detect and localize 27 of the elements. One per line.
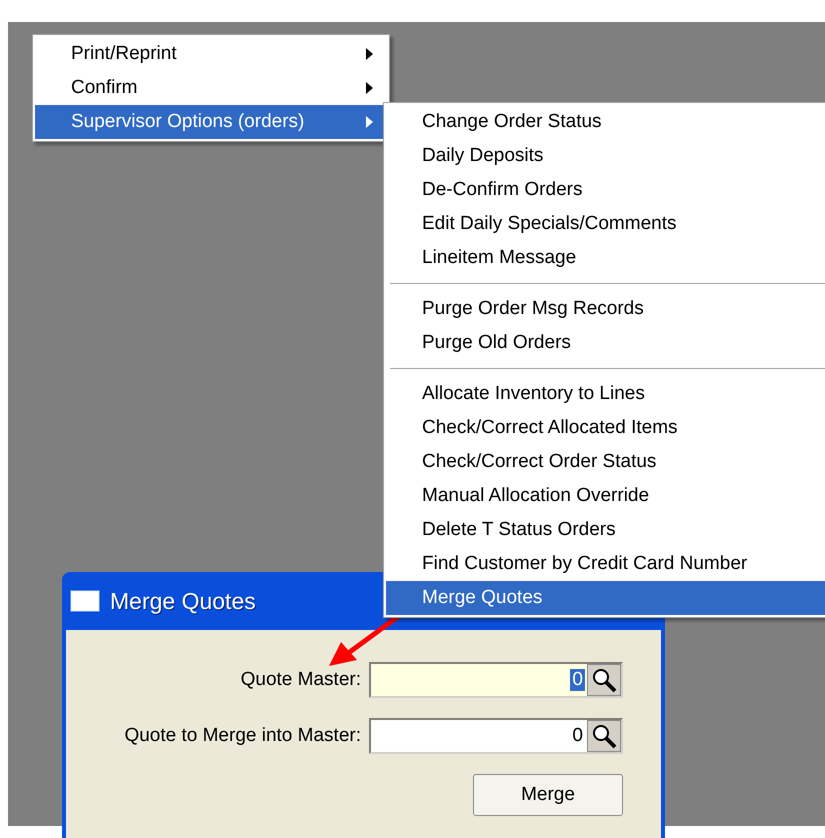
menu-item[interactable]: Edit Daily Specials/Comments <box>386 207 825 241</box>
search-icon <box>591 723 617 749</box>
menu-item[interactable]: Lineitem Message <box>386 241 825 275</box>
menu-item[interactable]: Confirm <box>35 71 387 105</box>
search-button[interactable] <box>587 720 621 752</box>
menu-item[interactable]: Merge Quotes <box>386 581 825 615</box>
search-icon <box>591 667 617 693</box>
window-title: Merge Quotes <box>110 588 256 614</box>
window-icon <box>70 590 100 612</box>
input-field[interactable]: 0 <box>369 718 623 754</box>
search-button[interactable] <box>587 664 621 696</box>
menu-item[interactable]: Check/Correct Allocated Items <box>386 411 825 445</box>
menu-item[interactable]: Manual Allocation Override <box>386 479 825 513</box>
field-label: Quote to Merge into Master: <box>124 725 361 747</box>
menu-item[interactable]: Find Customer by Credit Card Number <box>386 547 825 581</box>
menu-item[interactable]: Check/Correct Order Status <box>386 445 825 479</box>
field-label: Quote Master: <box>240 669 361 691</box>
menu-item[interactable]: Print/Reprint <box>35 37 387 71</box>
menu-item[interactable]: Purge Order Msg Records <box>386 292 825 326</box>
merge-button[interactable]: Merge <box>473 774 623 816</box>
menu-item[interactable]: Daily Deposits <box>386 139 825 173</box>
menu-item[interactable]: Purge Old Orders <box>386 326 825 360</box>
input-field[interactable]: 0 <box>369 662 623 698</box>
menu-item[interactable]: Delete T Status Orders <box>386 513 825 547</box>
menu-item[interactable]: Allocate Inventory to Lines <box>386 377 825 411</box>
menu-item[interactable]: Change Order Status <box>386 105 825 139</box>
menu-item[interactable]: De-Confirm Orders <box>386 173 825 207</box>
